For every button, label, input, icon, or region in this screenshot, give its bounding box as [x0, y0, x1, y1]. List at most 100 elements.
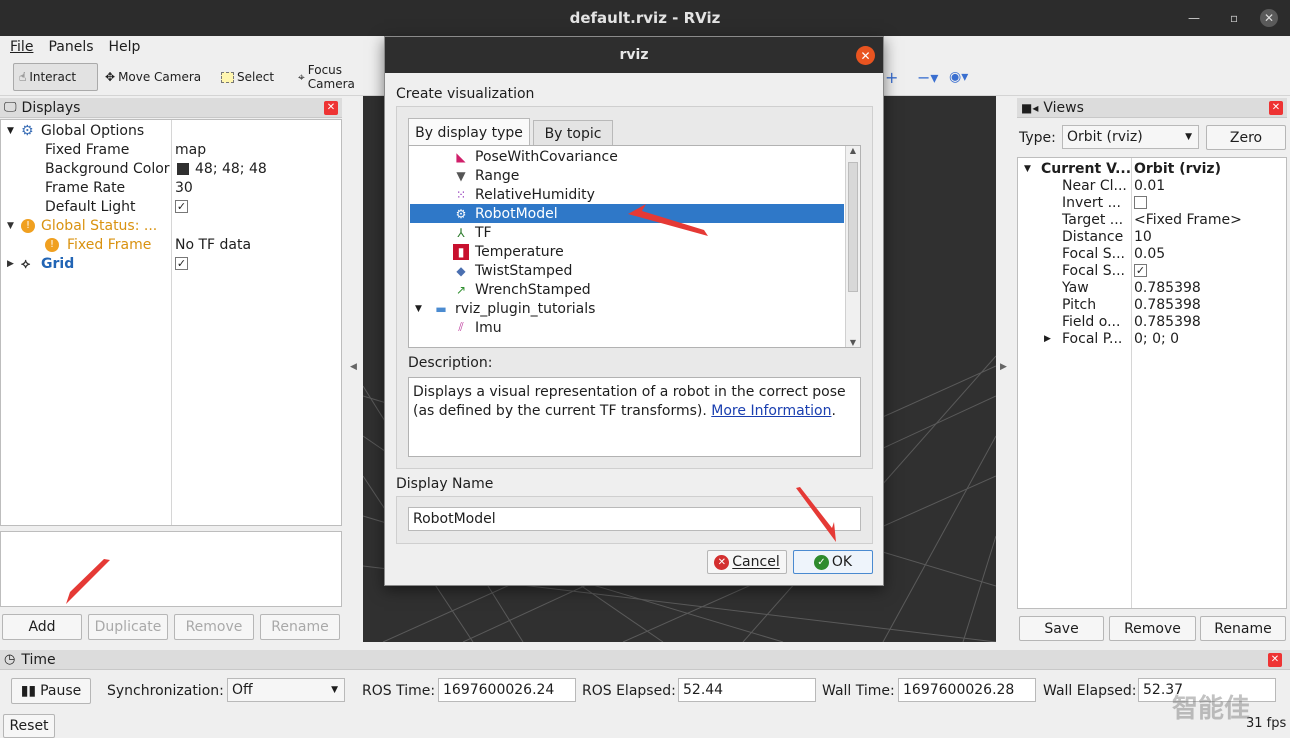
scroll-up-icon[interactable]: ▲ — [846, 146, 860, 155]
camera-icon: ■◂ — [1021, 100, 1039, 115]
description-label: Description: — [408, 355, 493, 371]
time-close-icon[interactable]: ✕ — [1268, 652, 1282, 667]
monitor-icon: 🖵 — [4, 100, 17, 115]
minimize-icon[interactable]: — — [1188, 0, 1200, 36]
menu-panels[interactable]: Panels — [38, 39, 98, 55]
list-item[interactable]: ▮ Temperature — [453, 242, 564, 261]
cancel-button[interactable]: ✕ Cancel — [707, 550, 787, 574]
scrollbar-thumb[interactable] — [848, 162, 858, 292]
dialog-heading: Create visualization — [396, 86, 535, 102]
frame-rate-label: Frame Rate — [45, 179, 126, 196]
gear-icon: ⚙ — [21, 122, 34, 139]
ok-button[interactable]: ✓ OK — [793, 550, 873, 574]
dialog-titlebar: rviz — [385, 37, 883, 73]
select-button[interactable]: Select — [216, 63, 279, 91]
frame-rate-value[interactable]: 30 — [175, 178, 193, 197]
ros-elapsed-field[interactable]: 52.44 — [678, 678, 816, 702]
twist-icon: ◆ — [456, 263, 466, 278]
display-description-area — [0, 531, 342, 607]
pause-icon: ▮▮ — [20, 683, 37, 699]
invert-checkbox[interactable] — [1134, 196, 1147, 209]
list-item[interactable]: ⫽ Imu — [453, 318, 501, 337]
global-status-row[interactable]: ▼! Global Status: ... — [7, 216, 157, 235]
ros-time-field[interactable]: 1697600026.24 — [438, 678, 576, 702]
display-type-list[interactable]: ◣ PoseWithCovariance ▼ Range ⁙ RelativeHumi… — [408, 145, 861, 348]
add-display-button[interactable]: Add — [2, 614, 82, 640]
watermark-text: 智能佳 — [1172, 694, 1251, 724]
list-item[interactable]: ⅄ TF — [453, 223, 491, 242]
interact-button[interactable]: ☝ Interact — [13, 63, 98, 91]
duplicate-display-button[interactable]: Duplicate — [88, 614, 168, 640]
list-item[interactable]: ◣ PoseWithCovariance — [453, 147, 617, 166]
remove-display-button[interactable]: Remove — [174, 614, 254, 640]
folder-icon: ▬ — [435, 301, 447, 316]
list-item[interactable]: ⁙ RelativeHumidity — [453, 185, 595, 204]
chevron-down-icon: ▼ — [331, 685, 338, 695]
views-close-icon[interactable]: ✕ — [1269, 100, 1283, 115]
range-icon: ▼ — [456, 168, 466, 183]
clock-icon: ◷ — [4, 652, 16, 667]
grid-checkbox[interactable]: ✓ — [175, 257, 188, 270]
views-tree[interactable]: ▼ Current V... Orbit (rviz) Near Cl... 0.… — [1017, 157, 1287, 609]
zero-button[interactable]: Zero — [1206, 125, 1286, 150]
global-options-row[interactable]: ▼ ⚙ Global Options — [7, 121, 144, 140]
remove-tool-icon[interactable]: −▾ — [912, 63, 943, 91]
displays-tree[interactable]: ▼ ⚙ Global Options Fixed Frame map Backgro… — [0, 119, 342, 526]
view-type-select[interactable]: Orbit (rviz) ▼ — [1062, 125, 1199, 149]
rename-view-button[interactable]: Rename — [1200, 616, 1286, 641]
tab-by-topic[interactable]: By topic — [533, 120, 613, 146]
list-item-folder[interactable]: ▼ ▬ rviz_plugin_tutorials — [415, 299, 595, 318]
fixed-frame-value[interactable]: map — [175, 140, 206, 159]
status-fixed-frame-row: ! Fixed Frame — [45, 235, 151, 254]
display-name-input[interactable]: RobotModel — [408, 507, 861, 531]
menu-help[interactable]: Help — [99, 39, 146, 55]
chevron-down-icon: ▼ — [1185, 132, 1192, 142]
grid-icon: ⟡ — [21, 255, 31, 272]
list-item-selected[interactable]: ⚙ RobotModel — [410, 204, 844, 223]
dialog-close-icon[interactable]: ✕ — [856, 46, 875, 65]
list-item[interactable]: ◆ TwistStamped — [453, 261, 572, 280]
create-visualization-dialog: rviz ✕ Create visualization By display t… — [384, 36, 884, 586]
fixed-frame-label: Fixed Frame — [45, 141, 130, 158]
scroll-down-icon[interactable]: ▼ — [846, 338, 860, 347]
humidity-icon: ⁙ — [455, 187, 467, 202]
display-name-label: Display Name — [396, 476, 494, 492]
save-view-button[interactable]: Save — [1019, 616, 1104, 641]
sync-select[interactable]: Off ▼ — [227, 678, 345, 702]
focal-shape-checkbox[interactable]: ✓ — [1134, 264, 1147, 277]
focus-icon: ⌖ — [298, 69, 305, 84]
focus-camera-button[interactable]: ⌖ Focus Camera — [293, 63, 383, 91]
default-light-checkbox[interactable]: ✓ — [175, 200, 188, 213]
warning-icon: ! — [45, 237, 59, 252]
more-information-link[interactable]: More Information — [711, 403, 831, 419]
right-splitter-arrow-icon[interactable]: ▶ — [1000, 362, 1007, 372]
imu-icon: ⫽ — [458, 320, 464, 334]
reset-button[interactable]: Reset — [3, 714, 55, 738]
time-panel-header: ◷ Time ✕ — [0, 650, 1290, 670]
move-camera-button[interactable]: ✥ Move Camera — [100, 63, 206, 91]
window-title: default.rviz - RViz — [569, 9, 721, 27]
list-item[interactable]: ↗ WrenchStamped — [453, 280, 591, 299]
window-close-icon[interactable]: ✕ — [1260, 9, 1278, 27]
list-item[interactable]: ▼ Range — [453, 166, 519, 185]
left-splitter-arrow-icon[interactable]: ◀ — [350, 362, 357, 372]
maximize-icon[interactable]: ▫ — [1230, 0, 1238, 36]
status-fixed-frame-value: No TF data — [175, 236, 252, 253]
wall-time-field[interactable]: 1697600026.28 — [898, 678, 1036, 702]
rename-display-button[interactable]: Rename — [260, 614, 340, 640]
remove-view-button[interactable]: Remove — [1109, 616, 1196, 641]
description-box: Displays a visual representation of a ro… — [408, 377, 861, 457]
pause-button[interactable]: ▮▮ Pause — [11, 678, 91, 704]
displays-close-icon[interactable]: ✕ — [324, 100, 338, 115]
menu-file[interactable]: File — [0, 39, 38, 55]
view-prop-value[interactable]: 0; 0; 0 — [1134, 329, 1179, 348]
list-scrollbar[interactable]: ▲ ▼ — [845, 146, 860, 347]
eye-icon[interactable]: ◉▾ — [944, 63, 973, 91]
tab-by-display-type[interactable]: By display type — [408, 118, 530, 146]
check-icon: ✓ — [813, 554, 829, 570]
grid-row[interactable]: ▶ ⟡ Grid — [7, 254, 74, 273]
focal-point-row[interactable]: ▶ Focal P... — [1044, 329, 1122, 348]
fps-readout: 31 fps — [1246, 716, 1287, 731]
thermometer-icon: ▮ — [453, 243, 469, 260]
background-color-value[interactable]: 48; 48; 48 — [177, 159, 267, 178]
